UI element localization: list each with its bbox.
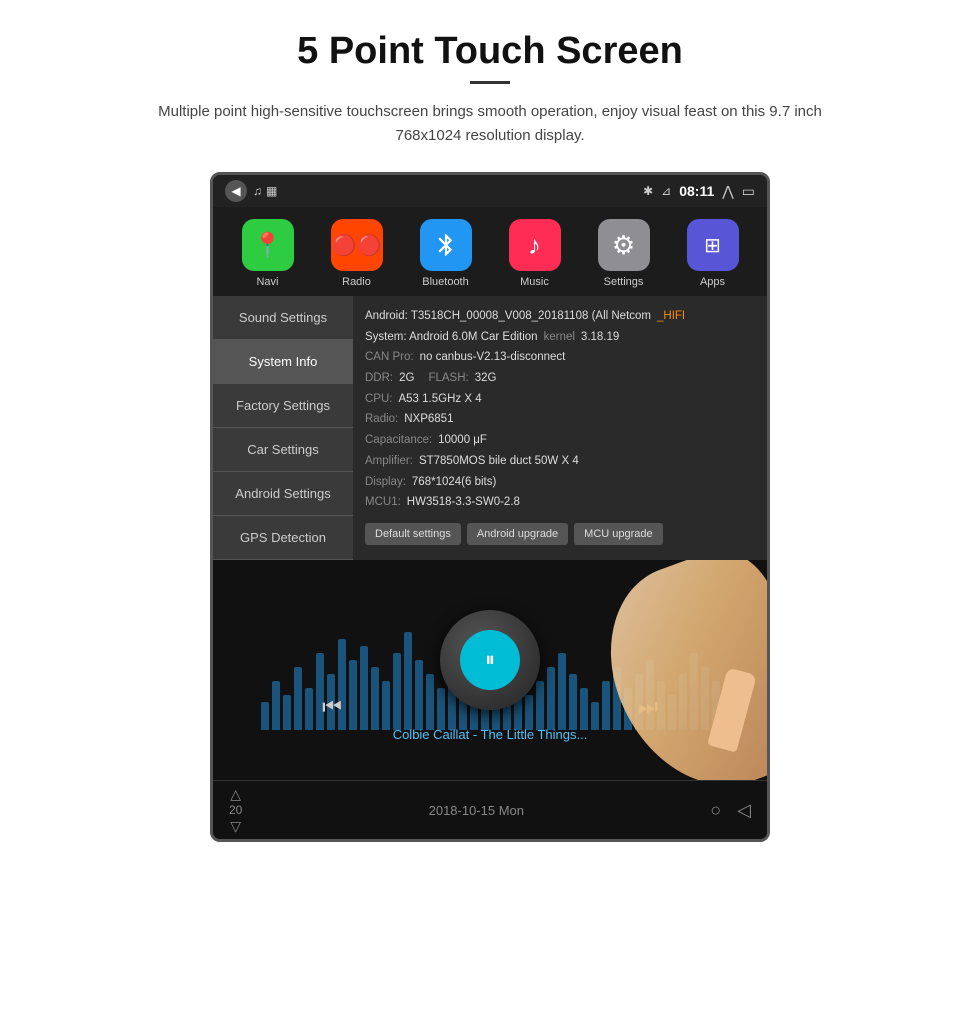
- app-bluetooth[interactable]: Bluetooth: [411, 219, 481, 288]
- status-bar: ◀ ♫ ▦ ✱ ⊿ 08:11 ⋀ ▭: [213, 175, 767, 207]
- ddr-label: DDR:: [365, 368, 393, 389]
- app-settings[interactable]: ⚙ Settings: [589, 219, 659, 288]
- radio-icon: 🔴🔴: [331, 219, 383, 271]
- status-time: 08:11: [679, 183, 714, 199]
- music-status-icon: ♫: [253, 184, 262, 198]
- play-circle[interactable]: ⏸: [440, 610, 540, 710]
- music-icon: ♪: [509, 219, 561, 271]
- sidebar-item-factory-settings[interactable]: Factory Settings: [213, 384, 353, 428]
- sidebar-item-system-info[interactable]: System Info: [213, 340, 353, 384]
- display-label: Display:: [365, 472, 406, 493]
- cap-value: 10000 μF: [438, 430, 487, 451]
- amp-label: Amplifier:: [365, 451, 413, 472]
- display-value: 768*1024(6 bits): [412, 472, 496, 493]
- amp-value: ST7850MOS bile duct 50W X 4: [419, 451, 579, 472]
- flash-value: 32G: [475, 368, 497, 389]
- android-upgrade-button[interactable]: Android upgrade: [467, 523, 568, 545]
- volume-number: 20: [229, 803, 242, 817]
- apps-label: Apps: [700, 276, 725, 288]
- status-expand-icon[interactable]: ⋀: [722, 183, 733, 200]
- app-navi[interactable]: 📍 Navi: [233, 219, 303, 288]
- main-content: Sound Settings System Info Factory Setti…: [213, 296, 767, 560]
- app-grid: 📍 Navi 🔴🔴 Radio Bluetooth ♪ Music ⚙ Sett…: [213, 207, 767, 296]
- navi-icon: 📍: [242, 219, 294, 271]
- sidebar-item-sound-settings[interactable]: Sound Settings: [213, 296, 353, 340]
- title-divider: [470, 81, 510, 84]
- can-value: no canbus-V2.13-disconnect: [420, 347, 566, 368]
- music-label: Music: [520, 276, 549, 288]
- volume-control: △ 20 ▽: [229, 787, 242, 833]
- radio-label: Radio: [342, 276, 371, 288]
- cpu-label: CPU:: [365, 389, 392, 410]
- android-info: Android: T3518CH_00008_V008_20181108 (Al…: [365, 306, 651, 327]
- bluetooth-label: Bluetooth: [422, 276, 468, 288]
- page-subtitle: Multiple point high-sensitive touchscree…: [140, 100, 840, 148]
- device-frame: ◀ ♫ ▦ ✱ ⊿ 08:11 ⋀ ▭ 📍 Navi 🔴🔴 Radio: [210, 172, 770, 842]
- cap-label: Capacitance:: [365, 430, 432, 451]
- bluetooth-status-icon: ✱: [643, 184, 653, 198]
- image-status-icon: ▦: [266, 184, 277, 198]
- mcu-upgrade-button[interactable]: MCU upgrade: [574, 523, 662, 545]
- bottom-bar: △ 20 ▽ 2018-10-15 Mon ○ ◁: [213, 780, 767, 839]
- cpu-value: A53 1.5GHz X 4: [398, 389, 481, 410]
- status-bar-right: ✱ ⊿ 08:11 ⋀ ▭: [643, 183, 755, 200]
- default-settings-button[interactable]: Default settings: [365, 523, 461, 545]
- sidebar-item-android-settings[interactable]: Android Settings: [213, 472, 353, 516]
- android-suffix: _HIFI: [657, 306, 685, 327]
- signal-status-icon: ⊿: [661, 184, 671, 198]
- home-button[interactable]: ○: [710, 800, 721, 821]
- sidebar: Sound Settings System Info Factory Setti…: [213, 296, 353, 560]
- music-player: ⏮ ⏭ ⏸ Colbie Caillat - The Little Things…: [213, 560, 767, 780]
- sidebar-item-car-settings[interactable]: Car Settings: [213, 428, 353, 472]
- volume-down-button[interactable]: ▽: [230, 819, 241, 833]
- navi-label: Navi: [256, 276, 278, 288]
- next-button[interactable]: ⏭: [638, 694, 658, 720]
- bluetooth-icon: [420, 219, 472, 271]
- app-apps[interactable]: ⊞ Apps: [678, 219, 748, 288]
- app-radio[interactable]: 🔴🔴 Radio: [322, 219, 392, 288]
- track-name: Colbie Caillat - The Little Things...: [213, 727, 767, 742]
- system-info: System: Android 6.0M Car Edition: [365, 327, 538, 348]
- kernel-label: kernel: [544, 327, 575, 348]
- settings-label: Settings: [604, 276, 644, 288]
- status-icons: ♫ ▦: [253, 184, 277, 198]
- nav-buttons: ○ ◁: [710, 800, 751, 821]
- app-music[interactable]: ♪ Music: [500, 219, 570, 288]
- prev-button[interactable]: ⏮: [322, 694, 342, 720]
- mcu-value: HW3518-3.3-SW0-2.8: [407, 492, 520, 513]
- radio-value: NXP6851: [404, 409, 453, 430]
- status-bar-left: ◀ ♫ ▦: [225, 180, 277, 202]
- volume-up-button[interactable]: △: [230, 787, 241, 801]
- sidebar-item-gps-detection[interactable]: GPS Detection: [213, 516, 353, 560]
- system-back-button[interactable]: ◁: [737, 800, 751, 821]
- pause-button[interactable]: ⏸: [460, 630, 520, 690]
- settings-icon: ⚙: [598, 219, 650, 271]
- mcu-label: MCU1:: [365, 492, 401, 513]
- page-title: 5 Point Touch Screen: [297, 30, 683, 73]
- date-display: 2018-10-15 Mon: [429, 803, 524, 818]
- kernel-value: 3.18.19: [581, 327, 619, 348]
- battery-icon: ▭: [742, 183, 755, 200]
- apps-icon: ⊞: [687, 219, 739, 271]
- ddr-value: 2G: [399, 368, 414, 389]
- flash-label: FLASH:: [428, 368, 468, 389]
- system-info-panel: Android: T3518CH_00008_V008_20181108 (Al…: [353, 296, 767, 560]
- back-button[interactable]: ◀: [225, 180, 247, 202]
- info-buttons: Default settings Android upgrade MCU upg…: [365, 523, 755, 545]
- can-label: CAN Pro:: [365, 347, 414, 368]
- radio-label-info: Radio:: [365, 409, 398, 430]
